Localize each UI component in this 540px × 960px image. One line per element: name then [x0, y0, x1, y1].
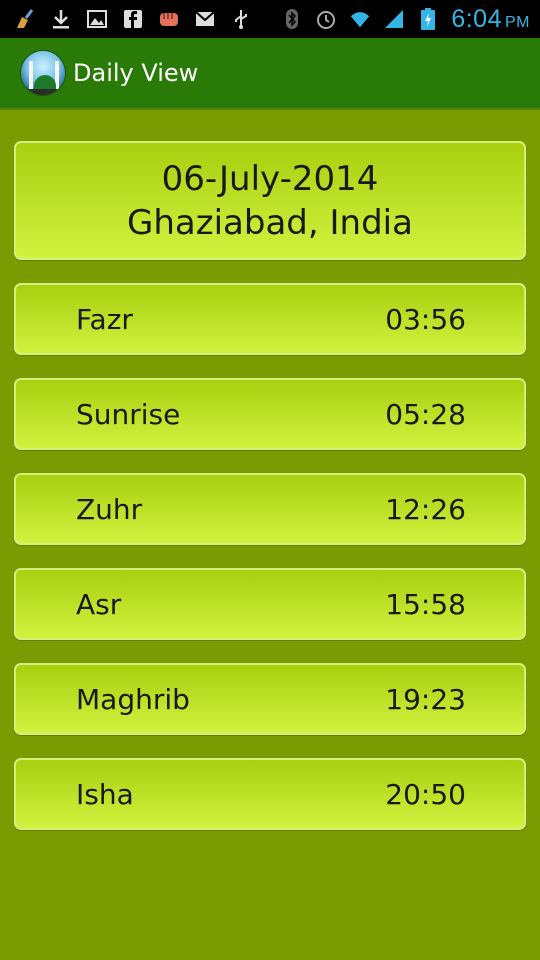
facebook-icon [122, 8, 144, 30]
prayer-time: 19:23 [385, 682, 466, 716]
clock: 6:04 PM [451, 4, 530, 33]
bluetooth-icon [281, 8, 303, 30]
date-label: 06-July-2014 [161, 158, 379, 199]
action-bar: Daily View [0, 38, 540, 110]
prayer-time: 20:50 [385, 777, 466, 811]
prayer-time: 15:58 [385, 587, 466, 621]
page-title: Daily View [73, 59, 199, 87]
prayer-time: 03:56 [385, 302, 466, 336]
prayer-name: Asr [76, 587, 122, 621]
image-icon [86, 8, 108, 30]
battery-icon [417, 8, 439, 30]
prayer-name: Sunrise [76, 397, 181, 431]
status-bar: 6:04 PM [0, 0, 540, 38]
signal-icon [383, 8, 405, 30]
prayer-row-zuhr[interactable]: Zuhr 12:26 [14, 473, 526, 545]
download-icon [50, 8, 72, 30]
alarm-icon [315, 8, 337, 30]
prayer-name: Maghrib [76, 682, 190, 716]
wifi-icon [349, 8, 371, 30]
prayer-row-sunrise[interactable]: Sunrise 05:28 [14, 378, 526, 450]
prayer-row-asr[interactable]: Asr 15:58 [14, 568, 526, 640]
prayer-time: 12:26 [385, 492, 466, 526]
cleaner-icon [14, 8, 36, 30]
prayer-time: 05:28 [385, 397, 466, 431]
prayer-name: Zuhr [76, 492, 143, 526]
usb-icon [230, 8, 252, 30]
gmail-icon [194, 8, 216, 30]
prayer-row-maghrib[interactable]: Maghrib 19:23 [14, 663, 526, 735]
notification-icons [0, 8, 266, 30]
prayer-row-fazr[interactable]: Fazr 03:56 [14, 283, 526, 355]
prayer-name: Isha [76, 777, 134, 811]
date-location-card: 06-July-2014 Ghaziabad, India [14, 141, 526, 260]
prayer-name: Fazr [76, 302, 133, 336]
prayer-row-isha[interactable]: Isha 20:50 [14, 758, 526, 830]
system-icons: 6:04 PM [281, 5, 540, 34]
location-label: Ghaziabad, India [127, 202, 413, 243]
fist-icon [158, 8, 180, 30]
mosque-icon[interactable] [20, 50, 66, 96]
